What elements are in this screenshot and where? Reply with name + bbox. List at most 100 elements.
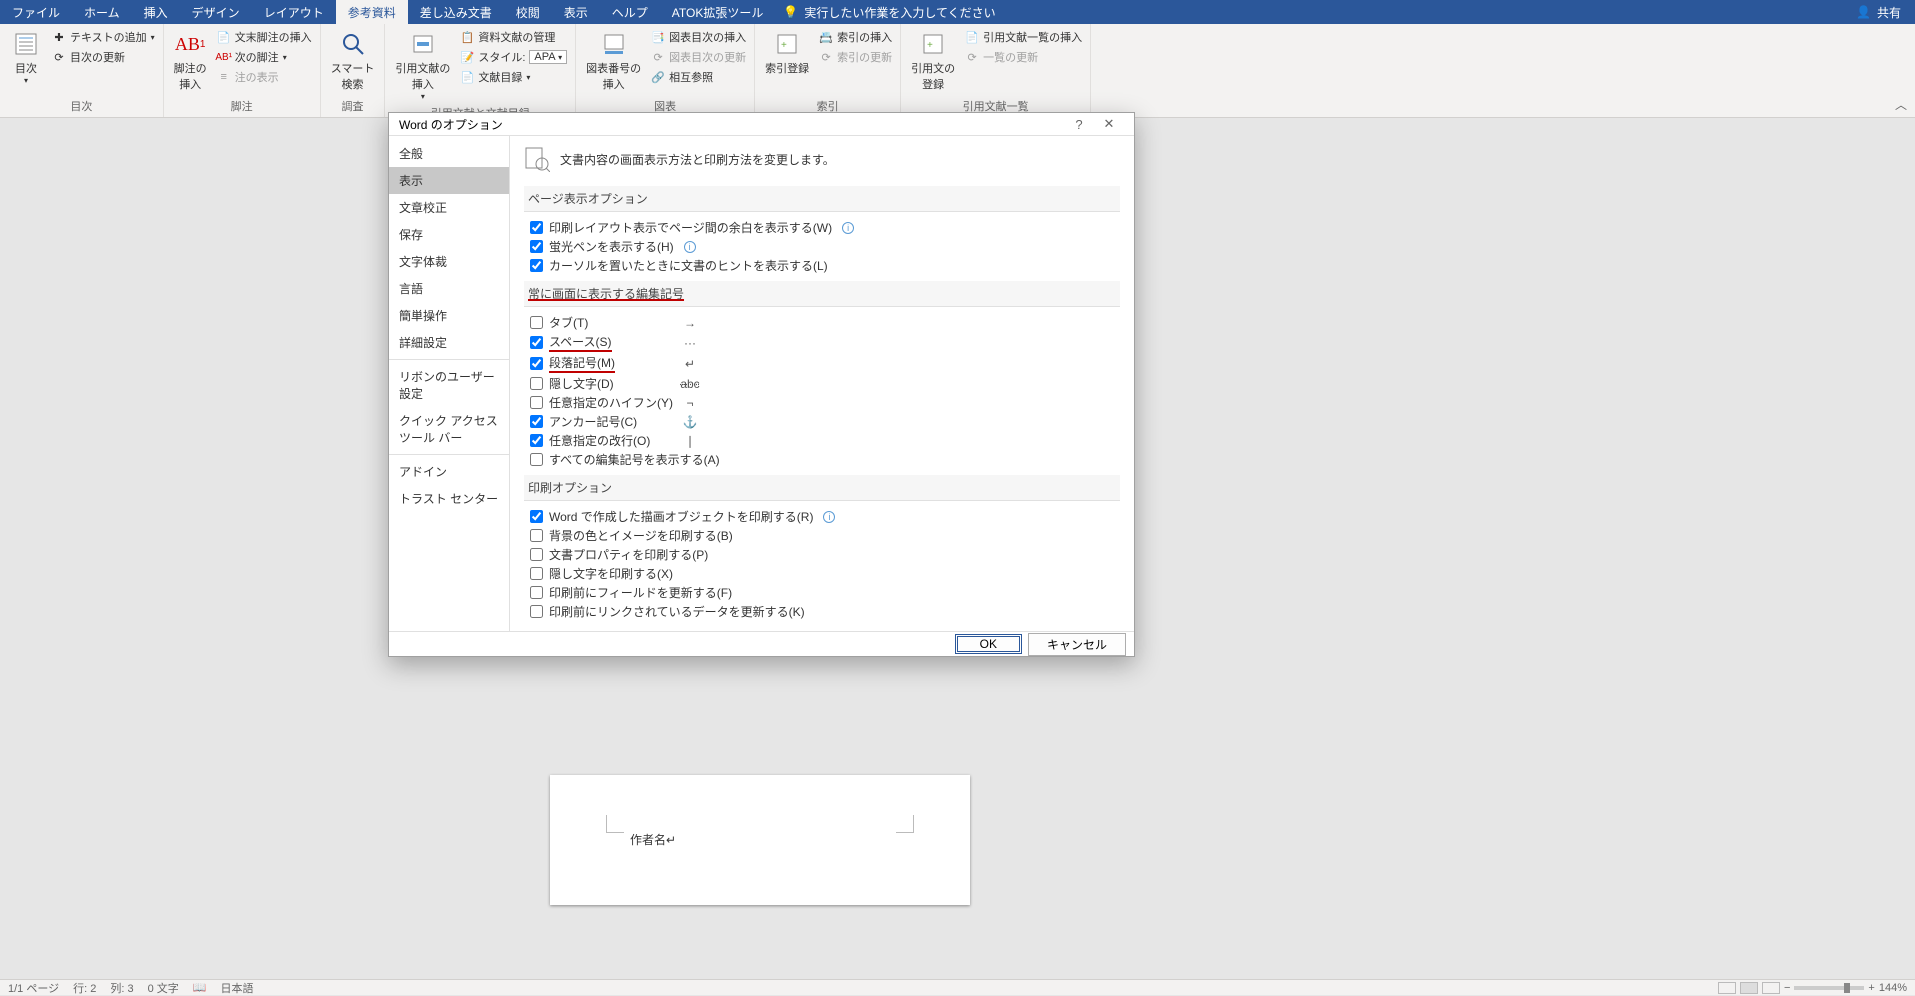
tab-file[interactable]: ファイル (0, 0, 72, 26)
checkbox-all[interactable] (530, 453, 543, 466)
tell-me-search[interactable]: 💡 実行したい作業を入力してください (783, 4, 995, 21)
close-button[interactable]: ✕ (1094, 116, 1124, 132)
update-tof-button[interactable]: ⟳図表目次の更新 (649, 48, 748, 66)
zoom-out-button[interactable]: − (1784, 982, 1790, 994)
insert-toa-button[interactable]: 📄引用文献一覧の挿入 (963, 28, 1084, 46)
view-web-layout[interactable] (1762, 982, 1780, 994)
toc-button[interactable]: 目次 ▾ (6, 28, 46, 87)
style-value[interactable]: APA ▾ (529, 50, 567, 64)
checkbox-hyphen[interactable] (530, 396, 543, 409)
checkbox-tooltips[interactable] (530, 259, 543, 272)
status-language[interactable]: 日本語 (221, 980, 254, 996)
nav-proofing[interactable]: 文章校正 (389, 194, 509, 221)
nav-customize-ribbon[interactable]: リボンのユーザー設定 (389, 363, 509, 407)
checkbox-space[interactable] (530, 336, 543, 349)
opt-paragraph[interactable]: 段落記号(M)↵ (524, 353, 1120, 374)
insert-endnote-button[interactable]: 📄文末脚注の挿入 (215, 28, 314, 46)
add-text-button[interactable]: ✚テキストの追加▾ (50, 28, 157, 46)
checkbox-tab[interactable] (530, 316, 543, 329)
tab-review[interactable]: 校閲 (504, 0, 552, 26)
nav-save[interactable]: 保存 (389, 221, 509, 248)
opt-print-drawings[interactable]: Word で作成した描画オブジェクトを印刷する(R)i (524, 507, 1120, 526)
checkbox-paragraph[interactable] (530, 357, 543, 370)
opt-print-links[interactable]: 印刷前にリンクされているデータを更新する(K) (524, 602, 1120, 621)
checkbox-print-background[interactable] (530, 529, 543, 542)
nav-display[interactable]: 表示 (389, 167, 509, 194)
show-notes-button[interactable]: ≡注の表示 (215, 68, 314, 86)
checkbox-print-links[interactable] (530, 605, 543, 618)
next-footnote-button[interactable]: AB¹次の脚注▾ (215, 48, 314, 66)
bibliography-button[interactable]: 📄文献目録▾ (458, 68, 569, 86)
cancel-button[interactable]: キャンセル (1028, 633, 1126, 656)
citation-style-dropdown[interactable]: 📝スタイル: APA ▾ (458, 48, 569, 66)
opt-tooltips[interactable]: カーソルを置いたときに文書のヒントを表示する(L) (524, 256, 1120, 275)
opt-print-background[interactable]: 背景の色とイメージを印刷する(B) (524, 526, 1120, 545)
update-toa-button[interactable]: ⟳一覧の更新 (963, 48, 1084, 66)
opt-print-hidden[interactable]: 隠し文字を印刷する(X) (524, 564, 1120, 583)
opt-tab[interactable]: タブ(T)→ (524, 313, 1120, 332)
tab-insert[interactable]: 挿入 (132, 0, 180, 26)
author-field[interactable]: 作者名↵ (630, 831, 676, 848)
update-toc-button[interactable]: ⟳目次の更新 (50, 48, 157, 66)
status-proofing-icon[interactable]: 📖 (193, 981, 207, 994)
zoom-slider[interactable] (1794, 986, 1864, 990)
mark-citation-button[interactable]: + 引用文の 登録 (907, 28, 959, 94)
manage-sources-button[interactable]: 📋資料文献の管理 (458, 28, 569, 46)
help-button[interactable]: ? (1064, 117, 1094, 132)
checkbox-anchor[interactable] (530, 415, 543, 428)
tab-design[interactable]: デザイン (180, 0, 252, 26)
document-page[interactable]: 作者名↵ (550, 775, 970, 905)
status-words[interactable]: 0 文字 (148, 980, 179, 996)
insert-citation-button[interactable]: 引用文献の 挿入 ▾ (391, 28, 454, 103)
tab-atok[interactable]: ATOK拡張ツール (660, 0, 776, 26)
opt-whitespace[interactable]: 印刷レイアウト表示でページ間の余白を表示する(W)i (524, 218, 1120, 237)
opt-space[interactable]: スペース(S)··· (524, 332, 1120, 353)
tab-mailings[interactable]: 差し込み文書 (408, 0, 504, 26)
nav-addins[interactable]: アドイン (389, 458, 509, 485)
info-icon[interactable]: i (684, 241, 696, 253)
info-icon[interactable]: i (823, 511, 835, 523)
status-page[interactable]: 1/1 ページ (8, 980, 59, 996)
status-line[interactable]: 行: 2 (73, 980, 96, 996)
opt-hyphen[interactable]: 任意指定のハイフン(Y)¬ (524, 393, 1120, 412)
checkbox-whitespace[interactable] (530, 221, 543, 234)
opt-anchor[interactable]: アンカー記号(C)⚓ (524, 412, 1120, 431)
tab-home[interactable]: ホーム (72, 0, 132, 26)
nav-qat[interactable]: クイック アクセス ツール バー (389, 407, 509, 451)
view-read-mode[interactable] (1718, 982, 1736, 994)
zoom-level[interactable]: 144% (1879, 982, 1907, 994)
insert-tof-button[interactable]: 📑図表目次の挿入 (649, 28, 748, 46)
view-print-layout[interactable] (1740, 982, 1758, 994)
mark-entry-button[interactable]: + 索引登録 (761, 28, 813, 78)
info-icon[interactable]: i (842, 222, 854, 234)
insert-footnote-button[interactable]: AB1 脚注の 挿入 (170, 28, 211, 94)
tab-layout[interactable]: レイアウト (252, 0, 336, 26)
nav-typography[interactable]: 文字体裁 (389, 248, 509, 275)
nav-general[interactable]: 全般 (389, 140, 509, 167)
checkbox-hidden[interactable] (530, 377, 543, 390)
insert-caption-button[interactable]: 図表番号の 挿入 (582, 28, 645, 94)
checkbox-highlighter[interactable] (530, 240, 543, 253)
share-button[interactable]: 👤 共有 (1842, 0, 1915, 26)
opt-print-properties[interactable]: 文書プロパティを印刷する(P) (524, 545, 1120, 564)
checkbox-print-properties[interactable] (530, 548, 543, 561)
cross-ref-button[interactable]: 🔗相互参照 (649, 68, 748, 86)
smart-lookup-button[interactable]: スマート 検索 (327, 28, 379, 94)
tab-view[interactable]: 表示 (552, 0, 600, 26)
checkbox-break[interactable] (530, 434, 543, 447)
checkbox-print-hidden[interactable] (530, 567, 543, 580)
nav-trust[interactable]: トラスト センター (389, 485, 509, 512)
status-col[interactable]: 列: 3 (110, 980, 133, 996)
insert-index-button[interactable]: 📇索引の挿入 (817, 28, 894, 46)
nav-language[interactable]: 言語 (389, 275, 509, 302)
collapse-ribbon-button[interactable]: ︿ (1895, 96, 1907, 113)
ok-button[interactable]: OK (955, 634, 1022, 654)
checkbox-print-fields[interactable] (530, 586, 543, 599)
opt-print-fields[interactable]: 印刷前にフィールドを更新する(F) (524, 583, 1120, 602)
tab-references[interactable]: 参考資料 (336, 0, 408, 26)
opt-all[interactable]: すべての編集記号を表示する(A) (524, 450, 1120, 469)
nav-advanced[interactable]: 詳細設定 (389, 329, 509, 356)
opt-break[interactable]: 任意指定の改行(O)❘ (524, 431, 1120, 450)
checkbox-print-drawings[interactable] (530, 510, 543, 523)
opt-hidden[interactable]: 隠し文字(D)abc (524, 374, 1120, 393)
